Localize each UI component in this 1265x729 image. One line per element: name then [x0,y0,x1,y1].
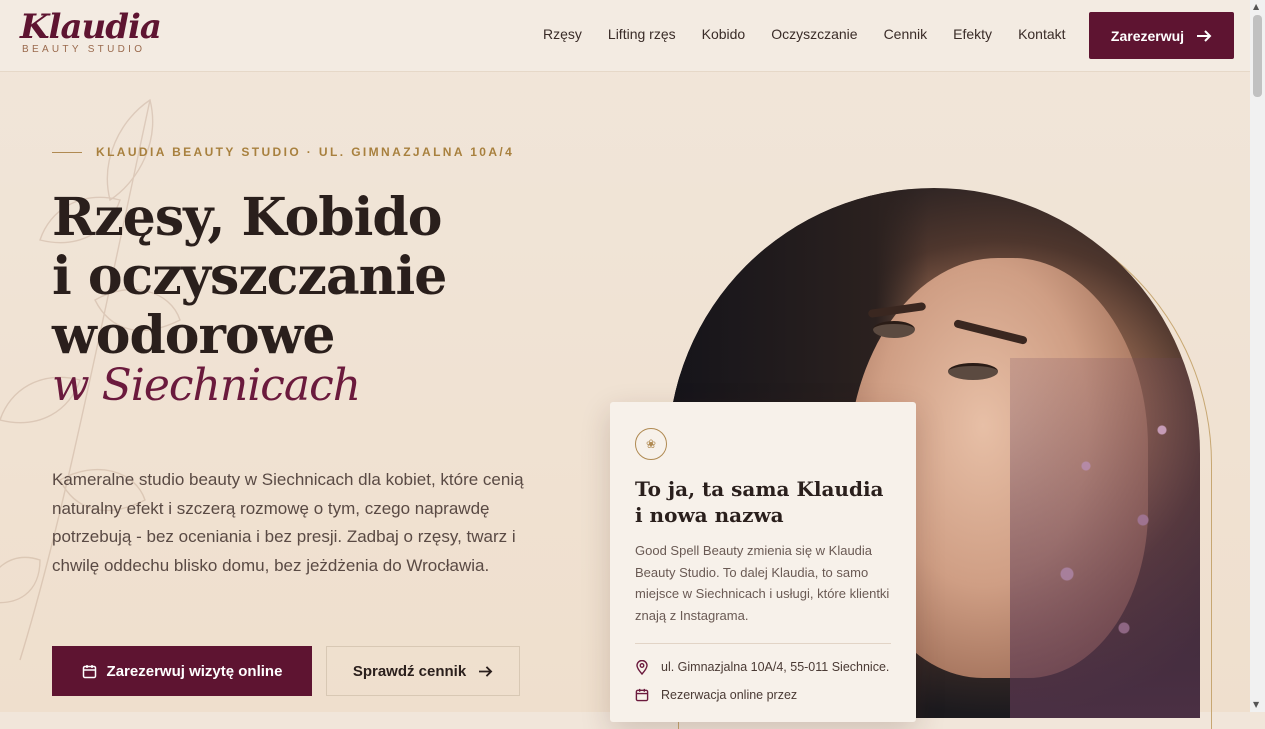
location-pin-icon [636,660,648,675]
portrait-flowers [1010,358,1200,718]
card-booking-row: Rezerwacja online przez [635,688,797,702]
hero-title-line-2: i oczyszczanie [52,246,447,307]
hero-eyebrow: KLAUDIA BEAUTY STUDIO · UL. GIMNAZJALNA … [52,145,514,159]
card-address: ul. Gimnazjalna 10A/4, 55-011 Siechnice. [661,660,890,674]
card-text: Good Spell Beauty zmienia się w Klaudia … [635,543,890,623]
lotus-icon: ❀ [635,428,667,460]
eyebrow-text: KLAUDIA BEAUTY STUDIO · UL. GIMNAZJALNA … [96,145,515,159]
nav-link-kontakt[interactable]: Kontakt [1018,26,1065,42]
logo-name: Klaudia [20,7,162,47]
hero-script-subtitle: w Siechnicach [52,360,361,411]
card-title: To ja, ta sama Klaudia i nowa nazwa [635,477,884,527]
arrow-right-icon [1197,29,1212,42]
nav-link-efekty[interactable]: Efekty [953,26,992,42]
nav-link-cennik[interactable]: Cennik [884,26,928,42]
nav-link-oczyszczanie[interactable]: Oczyszczanie [771,26,857,42]
price-list-label: Sprawdź cennik [352,662,467,680]
portrait-eye-left [873,321,915,338]
book-visit-button[interactable]: Zarezerwuj wizytę online [52,646,312,696]
page-scrollbar[interactable]: ▲ ▼ [1250,0,1265,712]
book-visit-label: Zarezerwuj wizytę online [106,662,283,680]
hero-title: Rzęsy, Kobido i oczyszczanie wodorowe [52,187,447,366]
site-header: Klaudia BEAUTY STUDIO Rzęsy Lifting rzęs… [0,0,1250,72]
card-booking: Rezerwacja online przez [661,688,798,702]
card-address-row: ul. Gimnazjalna 10A/4, 55-011 Siechnice. [635,660,889,675]
scrollbar-thumb[interactable] [1253,15,1262,97]
hero-title-line-1: Rzęsy, Kobido [52,187,442,248]
logo[interactable]: Klaudia BEAUTY STUDIO [20,7,162,55]
main-nav: Rzęsy Lifting rzęs Kobido Oczyszczanie C… [543,26,1092,42]
nav-link-kobido[interactable]: Kobido [702,26,746,42]
card-divider [635,643,891,644]
scroll-down-arrow-icon[interactable]: ▼ [1253,700,1259,709]
calendar-icon [82,664,96,678]
rebrand-card: ❀ To ja, ta sama Klaudia i nowa nazwa Go… [610,402,916,722]
nav-link-rzesy[interactable]: Rzęsy [543,26,582,42]
book-button[interactable]: Zarezerwuj [1089,12,1234,59]
logo-subtitle: BEAUTY STUDIO [22,44,146,55]
scroll-up-arrow-icon[interactable]: ▲ [1253,2,1259,11]
hero-description: Kameralne studio beauty w Siechnicach dl… [52,470,524,575]
arrow-right-icon [479,665,493,677]
calendar-icon [635,688,649,702]
nav-link-lifting[interactable]: Lifting rzęs [608,26,676,42]
hero-title-line-3: wodorowe [52,305,335,366]
eyebrow-divider [52,151,82,153]
price-list-button[interactable]: Sprawdź cennik [326,646,520,696]
book-button-label: Zarezerwuj [1110,27,1185,44]
portrait-eye-right [948,363,998,380]
